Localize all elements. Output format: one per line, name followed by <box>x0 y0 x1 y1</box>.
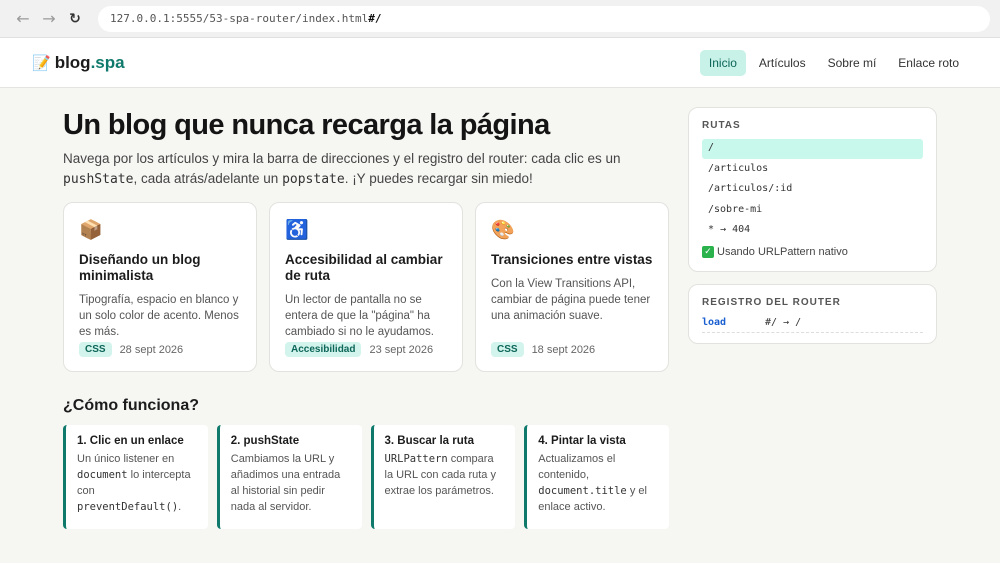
box-icon: 📦 <box>79 220 103 241</box>
article-tag: CSS <box>79 342 112 357</box>
route-item: /articulos/:id <box>708 183 793 194</box>
step-card: 4. Pintar la vista Actualizamos el conte… <box>524 425 669 529</box>
log-event-path: #/ → / <box>765 317 802 328</box>
logo-text: blog.spa <box>54 52 125 72</box>
nav-link-enlace-roto[interactable]: Enlace roto <box>889 50 968 76</box>
step-card: 1. Clic en un enlace Un único listener e… <box>63 425 208 529</box>
how-it-works-heading: ¿Cómo funciona? <box>63 397 199 414</box>
route-item: /articulos <box>708 162 769 174</box>
article-excerpt: Tipografía, espacio en blanco y un solo … <box>79 294 239 338</box>
forward-button[interactable]: → <box>36 6 62 32</box>
memo-icon: 📝 <box>32 54 51 72</box>
step-desc: Actualizamos el contenido, document.titl… <box>538 453 647 513</box>
article-card[interactable]: 🎨 Transiciones entre vistas Con la View … <box>475 202 669 372</box>
article-excerpt: Un lector de pantalla no se entera de qu… <box>285 294 434 338</box>
reload-button[interactable]: ↻ <box>62 6 88 32</box>
step-card: 2. pushState Cambiamos la URL y añadimos… <box>216 425 362 529</box>
router-log-panel: REGISTRO DEL ROUTER load #/ → / <box>688 284 937 344</box>
urlpattern-status-text: Usando URLPattern nativo <box>717 246 848 258</box>
nav-link-articulos[interactable]: Artículos <box>750 50 815 76</box>
step-desc: Cambiamos la URL y añadimos una entrada … <box>230 453 341 513</box>
route-item: * → 404 <box>708 224 751 235</box>
step-title: 1. Clic en un enlace <box>77 435 184 447</box>
check-mark-icon: ✓ <box>702 246 714 258</box>
log-entry: load #/ → / <box>702 317 923 333</box>
article-title: Accesibilidad al cambiar de ruta <box>285 252 443 283</box>
url-hash: #/ <box>368 12 382 25</box>
arrow-left-icon: ← <box>16 9 30 28</box>
router-log-title: REGISTRO DEL ROUTER <box>702 297 841 308</box>
nav-link-sobre-mi[interactable]: Sobre mí <box>819 50 886 76</box>
article-date: 18 sept 2026 <box>531 343 596 356</box>
step-desc: URLPattern compara la URL con cada ruta … <box>384 453 496 497</box>
urlpattern-status: ✓ Usando URLPattern nativo <box>702 246 923 258</box>
step-title: 2. pushState <box>230 435 300 447</box>
site-header: 📝 blog.spa Inicio Artículos Sobre mí Enl… <box>0 38 1000 88</box>
browser-toolbar: ← → ↻ 127.0.0.1:5555/53-spa-router/index… <box>0 0 1000 38</box>
address-bar[interactable]: 127.0.0.1:5555/53-spa-router/index.html #… <box>98 5 990 32</box>
article-tag: CSS <box>491 342 524 357</box>
step-title: 4. Pintar la vista <box>538 435 626 447</box>
step-title: 3. Buscar la ruta <box>384 435 474 447</box>
route-item: / <box>702 139 923 159</box>
routes-title: RUTAS <box>702 120 741 131</box>
article-meta: CSS 28 sept 2026 <box>79 342 183 357</box>
article-card[interactable]: 📦 Diseñando un blog minimalista Tipograf… <box>63 202 257 372</box>
article-date: 28 sept 2026 <box>119 343 184 356</box>
log-event-type: load <box>702 317 727 328</box>
step-card: 3. Buscar la ruta URLPattern compara la … <box>370 425 516 529</box>
main-nav: Inicio Artículos Sobre mí Enlace roto <box>699 49 968 76</box>
nav-link-inicio[interactable]: Inicio <box>699 49 746 76</box>
main-content: Un blog que nunca recarga la página Nave… <box>63 108 669 529</box>
route-item: /sobre-mi <box>708 203 763 215</box>
article-title: Transiciones entre vistas <box>491 252 653 267</box>
site-logo[interactable]: 📝 blog.spa <box>32 53 125 73</box>
routes-list: / /articulos /articulos/:id /sobre-mi * … <box>702 139 923 241</box>
article-meta: CSS 18 sept 2026 <box>491 342 595 357</box>
arrow-right-icon: → <box>42 9 56 28</box>
article-meta: Accesibilidad 23 sept 2026 <box>285 342 433 357</box>
back-button[interactable]: ← <box>10 6 36 32</box>
palette-icon: 🎨 <box>491 220 515 241</box>
url-base: 127.0.0.1:5555/53-spa-router/index.html <box>110 12 369 25</box>
intro-text: Navega por los artículos y mira la barra… <box>63 151 621 187</box>
article-cards: 📦 Diseñando un blog minimalista Tipograf… <box>63 202 669 372</box>
step-desc: Un único listener en document lo interce… <box>77 453 191 513</box>
routes-panel: RUTAS / /articulos /articulos/:id /sobre… <box>688 107 937 272</box>
article-title: Diseñando un blog minimalista <box>79 252 201 283</box>
page-title: Un blog que nunca recarga la página <box>63 109 550 141</box>
article-date: 23 sept 2026 <box>369 343 434 356</box>
how-it-works-steps: 1. Clic en un enlace Un único listener e… <box>63 425 669 529</box>
reload-icon: ↻ <box>69 10 81 27</box>
accessibility-icon: ♿ <box>285 220 309 241</box>
article-card[interactable]: ♿ Accesibilidad al cambiar de ruta Un le… <box>269 202 463 372</box>
article-excerpt: Con la View Transitions API, cambiar de … <box>491 278 651 322</box>
article-tag: Accesibilidad <box>285 342 362 357</box>
